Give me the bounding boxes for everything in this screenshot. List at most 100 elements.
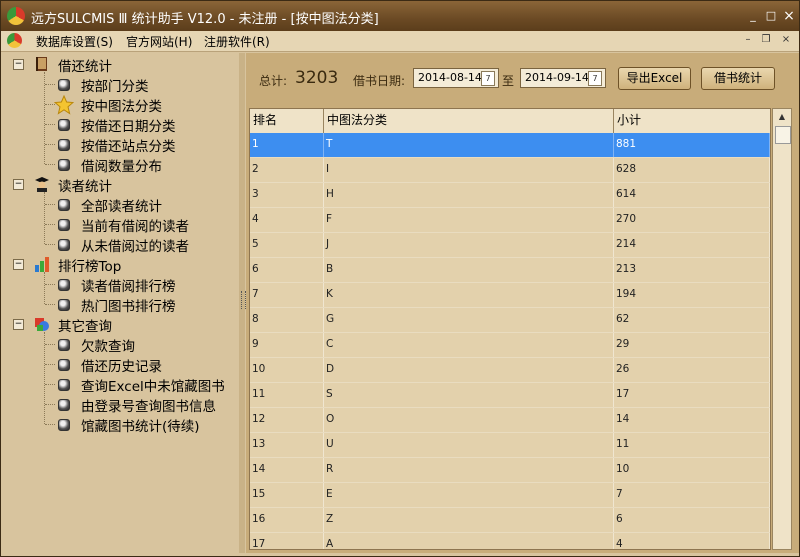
tree-group-label[interactable]: 其它查询 xyxy=(58,315,112,335)
tree-expander-icon[interactable]: − xyxy=(13,179,24,190)
tree-leaf-icon xyxy=(58,419,70,431)
rank-cell: 6 xyxy=(250,258,324,282)
mdi-restore-button[interactable]: ❐ xyxy=(759,33,773,47)
tree-leaf-icon xyxy=(58,139,70,151)
scroll-thumb[interactable] xyxy=(775,126,791,144)
table-row[interactable]: 10 D 26 xyxy=(250,358,770,383)
tree-expander-icon[interactable]: − xyxy=(13,59,24,70)
tree-leaf-icon xyxy=(58,119,70,131)
category-cell: B xyxy=(324,258,614,282)
tree-group-label[interactable]: 借还统计 xyxy=(58,55,112,75)
borrow-stats-button[interactable]: 借书统计 xyxy=(701,67,775,90)
tree-leaf-icon xyxy=(58,359,70,371)
category-cell: A xyxy=(324,533,614,549)
date-from-value: 2014-08-14 xyxy=(418,71,482,84)
table-row[interactable]: 17 A 4 xyxy=(250,533,770,549)
results-grid: 排名 中图法分类 小计 1 T 881 2 I 628 3 H 614 4 F 270 5 J 214 6 B 2… xyxy=(249,108,771,550)
column-header-subtotal[interactable]: 小计 xyxy=(614,109,770,133)
tree-expander-icon[interactable]: − xyxy=(13,259,24,270)
tree-connector xyxy=(45,364,55,365)
menu-database-settings[interactable]: 数据库设置(S) xyxy=(36,33,113,50)
column-header-rank[interactable]: 排名 xyxy=(250,109,324,133)
subtotal-cell: 194 xyxy=(614,283,770,307)
table-row[interactable]: 2 I 628 xyxy=(250,158,770,183)
tree-item[interactable]: 当前有借阅的读者 xyxy=(81,215,189,235)
column-header-category[interactable]: 中图法分类 xyxy=(324,109,614,133)
tree-item[interactable]: 借阅数量分布 xyxy=(81,155,162,175)
rank-cell: 15 xyxy=(250,483,324,507)
tree-item[interactable]: 查询Excel中未馆藏图书 xyxy=(81,375,225,395)
tree-connector xyxy=(45,424,55,425)
table-row[interactable]: 7 K 194 xyxy=(250,283,770,308)
tree-connector xyxy=(44,72,45,164)
date-to-value: 2014-09-14 xyxy=(525,71,589,84)
tree-item[interactable]: 馆藏图书统计(待续) xyxy=(81,415,200,435)
table-row[interactable]: 12 O 14 xyxy=(250,408,770,433)
tree-group-label[interactable]: 读者统计 xyxy=(58,175,112,195)
tree-item[interactable]: 读者借阅排行榜 xyxy=(81,275,176,295)
tree-connector xyxy=(45,384,55,385)
rank-cell: 16 xyxy=(250,508,324,532)
table-row[interactable]: 5 J 214 xyxy=(250,233,770,258)
tree-item[interactable]: 按中图法分类 xyxy=(81,95,162,115)
minimize-button[interactable]: _ xyxy=(746,9,760,23)
calendar-icon[interactable]: 7 xyxy=(588,71,602,86)
tree-group-label[interactable]: 排行榜Top xyxy=(58,255,121,275)
tree-item[interactable]: 全部读者统计 xyxy=(81,195,162,215)
rank-cell: 10 xyxy=(250,358,324,382)
tree-item[interactable]: 从未借阅过的读者 xyxy=(81,235,189,255)
grid-header: 排名 中图法分类 小计 xyxy=(250,109,770,134)
rank-cell: 3 xyxy=(250,183,324,207)
rank-cell: 4 xyxy=(250,208,324,232)
category-cell: E xyxy=(324,483,614,507)
table-row[interactable]: 14 R 10 xyxy=(250,458,770,483)
tree-item[interactable]: 按借还日期分类 xyxy=(81,115,176,135)
subtotal-cell: 26 xyxy=(614,358,770,382)
table-row[interactable]: 6 B 213 xyxy=(250,258,770,283)
tree-leaf-icon xyxy=(58,399,70,411)
tree-leaf-icon xyxy=(58,159,70,171)
book-icon xyxy=(33,55,51,73)
rank-cell: 2 xyxy=(250,158,324,182)
menu-official-site[interactable]: 官方网站(H) xyxy=(126,33,192,50)
tree-connector xyxy=(44,272,45,304)
title-bar[interactable]: 远方SULCMIS Ⅲ 统计助手 V12.0 - 未注册 - [按中图法分类] … xyxy=(1,1,799,31)
tree-item[interactable]: 欠款查询 xyxy=(81,335,135,355)
mdi-minimize-button[interactable]: – xyxy=(741,33,755,47)
menu-bar: 数据库设置(S) 官方网站(H) 注册软件(R) – ❐ × xyxy=(1,31,799,52)
table-row[interactable]: 9 C 29 xyxy=(250,333,770,358)
tree-leaf-icon xyxy=(58,279,70,291)
scroll-up-icon[interactable]: ▲ xyxy=(773,109,791,125)
close-button[interactable]: × xyxy=(782,9,796,23)
date-to-field[interactable]: 2014-09-14 7 xyxy=(520,68,606,88)
tree-item[interactable]: 按借还站点分类 xyxy=(81,135,176,155)
to-label: 至 xyxy=(502,74,515,88)
vertical-scrollbar[interactable]: ▲ xyxy=(772,108,792,550)
mdi-close-button[interactable]: × xyxy=(779,33,793,47)
table-row[interactable]: 15 E 7 xyxy=(250,483,770,508)
table-row[interactable]: 4 F 270 xyxy=(250,208,770,233)
table-row[interactable]: 8 G 62 xyxy=(250,308,770,333)
rank-cell: 7 xyxy=(250,283,324,307)
tree-connector xyxy=(45,224,55,225)
tree-item[interactable]: 按部门分类 xyxy=(81,75,149,95)
query-icon xyxy=(33,315,51,333)
tree-expander-icon[interactable]: − xyxy=(13,319,24,330)
date-from-field[interactable]: 2014-08-14 7 xyxy=(413,68,499,88)
table-row[interactable]: 13 U 11 xyxy=(250,433,770,458)
table-row[interactable]: 3 H 614 xyxy=(250,183,770,208)
table-row[interactable]: 1 T 881 xyxy=(250,133,770,158)
menu-register[interactable]: 注册软件(R) xyxy=(204,33,270,50)
maximize-button[interactable]: □ xyxy=(764,9,778,23)
table-row[interactable]: 11 S 17 xyxy=(250,383,770,408)
tree-item[interactable]: 热门图书排行榜 xyxy=(81,295,176,315)
tree-connector xyxy=(44,332,45,424)
tree-connector xyxy=(45,204,55,205)
tree-item[interactable]: 由登录号查询图书信息 xyxy=(81,395,216,415)
export-excel-button[interactable]: 导出Excel xyxy=(618,67,691,90)
calendar-icon[interactable]: 7 xyxy=(481,71,495,86)
tree-item[interactable]: 借还历史记录 xyxy=(81,355,162,375)
subtotal-cell: 270 xyxy=(614,208,770,232)
table-row[interactable]: 16 Z 6 xyxy=(250,508,770,533)
tree-leaf-icon xyxy=(58,299,70,311)
